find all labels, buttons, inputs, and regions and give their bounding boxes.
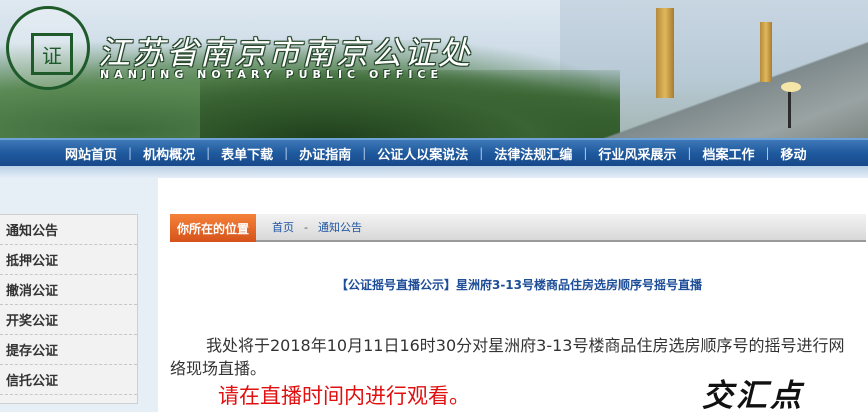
sidebar-item[interactable]: 信托公证 bbox=[0, 365, 137, 395]
street-lamp bbox=[781, 82, 811, 128]
nav-shadow bbox=[0, 166, 868, 178]
breadcrumb-separator: - bbox=[304, 220, 308, 234]
nav-item[interactable]: 网站首页 bbox=[54, 144, 128, 163]
breadcrumb: 你所在的位置 首页 - 通知公告 bbox=[170, 214, 866, 242]
breadcrumb-label: 你所在的位置 bbox=[170, 214, 256, 242]
logo-glyph: 证 bbox=[31, 33, 73, 75]
watermark-logo: 交汇点 bbox=[702, 378, 804, 414]
sidebar-item[interactable]: 开奖公证 bbox=[0, 305, 137, 335]
nav-item[interactable]: 行业风采展示 bbox=[587, 144, 687, 163]
sidebar-item[interactable]: 通知公告 bbox=[0, 215, 137, 245]
breadcrumb-current-link[interactable]: 通知公告 bbox=[318, 219, 362, 235]
nav-item[interactable]: 档案工作 bbox=[691, 144, 765, 163]
nav-item[interactable]: 表单下载 bbox=[210, 144, 284, 163]
article-highlight: 请在直播时间内进行观看。 bbox=[218, 384, 470, 408]
nav-item[interactable]: 法律法规汇编 bbox=[483, 144, 583, 163]
nav-item[interactable]: 公证人以案说法 bbox=[366, 144, 479, 163]
nav-item[interactable]: 机构概况 bbox=[132, 144, 206, 163]
nav-item[interactable]: 移动 bbox=[770, 144, 818, 163]
bridge-tower bbox=[760, 22, 772, 82]
article-title: 【公证摇号直播公示】星洲府3-13号楼商品住房选房顺序号摇号直播 bbox=[335, 278, 703, 292]
bridge-tower bbox=[656, 8, 674, 98]
breadcrumb-home-link[interactable]: 首页 bbox=[272, 219, 294, 235]
sidebar-item[interactable]: 抵押公证 bbox=[0, 245, 137, 275]
sidebar-item[interactable]: 撤消公证 bbox=[0, 275, 137, 305]
site-subtitle: NANJING NOTARY PUBLIC OFFICE bbox=[100, 68, 444, 81]
notary-logo[interactable]: 证 bbox=[6, 6, 90, 90]
breadcrumb-links: 首页 - 通知公告 bbox=[272, 214, 362, 240]
main-nav: 网站首页 | 机构概况 | 表单下载 | 办证指南 | 公证人以案说法 | 法律法规汇编 | 行业风采展… bbox=[0, 138, 868, 166]
site-banner: 证 江苏省南京市南京公证处 NANJING NOTARY PUBLIC OFFI… bbox=[0, 0, 868, 138]
sidebar-item[interactable]: 提存公证 bbox=[0, 335, 137, 365]
sidebar-menu: 通知公告 抵押公证 撤消公证 开奖公证 提存公证 信托公证 bbox=[0, 214, 138, 404]
banner-bridge-road bbox=[600, 40, 868, 138]
nav-item[interactable]: 办证指南 bbox=[288, 144, 362, 163]
